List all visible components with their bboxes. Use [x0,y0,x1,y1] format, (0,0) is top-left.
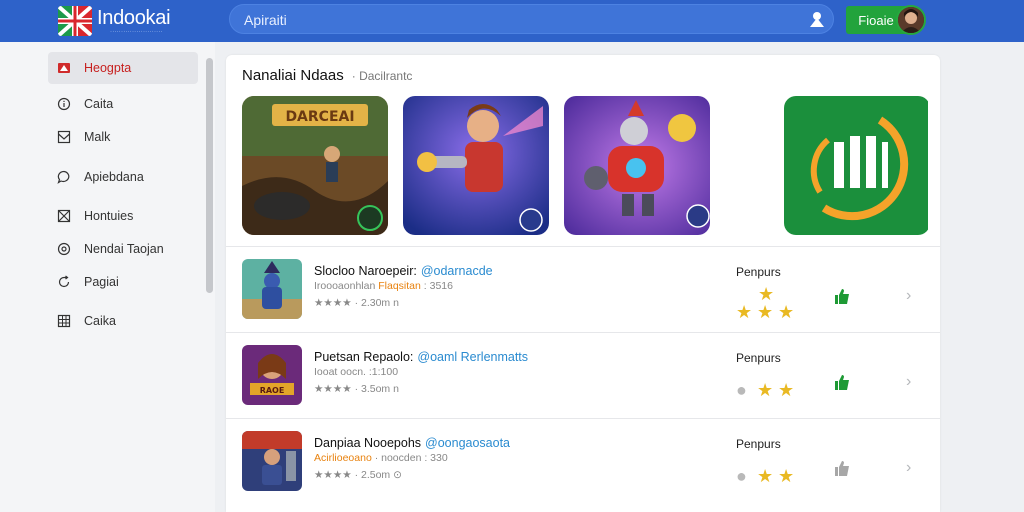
item-title: Puetsan Repaolo: @oaml Rerlenmatts [314,350,529,364]
star-icon: ★ [757,466,774,486]
inbox-icon [56,129,72,145]
list-item[interactable]: Danpiaa Nooepohs @oongaosaota Acirlioeoan… [226,418,940,504]
item-category: Penpurs [736,265,781,279]
sidebar-item-label: Caika [84,314,116,328]
star-icon: ★ [758,284,775,304]
adventure-game-tile[interactable]: DARCEAI [242,96,388,235]
item-rating: ● ★ ★ [736,369,800,409]
refresh-icon [56,274,72,290]
item-category: Penpurs [736,437,781,451]
hero-game-tile[interactable] [403,96,549,235]
star-icon: ★ [757,380,774,400]
star-icon: ★ [736,302,753,322]
star-icon: ★ [778,302,795,322]
brand-logo[interactable] [58,6,92,36]
item-handle[interactable]: @oongaosaota [425,436,510,450]
search-bar[interactable] [229,4,834,34]
list-item[interactable]: RAOE Puetsan Repaolo: @oaml Rerlenmatts I… [226,332,940,418]
game-icon [242,259,302,319]
svg-text:RAOE: RAOE [260,386,285,395]
star-empty-icon: ● [736,380,747,400]
green-logo-tile[interactable] [784,96,930,235]
item-category: Penpurs [736,351,781,365]
sidebar-item-settings[interactable]: Nendai Taojan [48,233,198,265]
expand-icon [56,208,72,224]
item-meta: Iroooaonhlan Flaqsitan : 3516 [314,280,453,292]
thumbs-up-icon[interactable] [833,373,851,391]
item-stats: ★★★★ · 2.5om ⊙ [314,469,402,481]
item-handle[interactable]: @oaml Rerlenmatts [417,350,528,364]
star-empty-icon: ● [736,466,747,486]
settings-icon [56,241,72,257]
thumbs-up-icon[interactable] [833,459,851,477]
sidebar-item-mail[interactable]: Malk [48,121,198,153]
grid-icon [56,313,72,329]
robot-game-tile[interactable] [564,96,710,235]
featured-panel: Nanaliai Ndaas · Dacilrantc DARCEAI Sloc… [226,55,940,512]
sidebar-item-expand[interactable]: Hontuies [48,200,198,232]
chevron-right-icon[interactable]: › [906,287,911,305]
sidebar-item-label: Malk [84,130,111,144]
user-icon[interactable] [808,10,826,28]
sidebar-item-chat[interactable]: Apiebdana [48,161,198,193]
sidebar-item-refresh[interactable]: Pagiai [48,266,198,298]
item-stats: ★★★★ · 3.5om n [314,383,399,395]
star-icon: ★ [757,302,774,322]
item-handle[interactable]: @odarnacde [421,264,493,278]
sidebar-item-info[interactable]: Caita [48,88,198,120]
brand-name: Indookai [97,7,171,29]
chevron-right-icon[interactable]: › [906,459,911,477]
game-icon [242,431,302,491]
item-rating: ● ★ ★ [736,455,800,495]
sidebar-item-label: Apiebdana [84,170,144,184]
svg-text:DARCEAI: DARCEAI [285,109,354,125]
item-rating: ★ ★ ★ ★ [736,283,800,323]
chat-icon [56,169,72,185]
section-subtitle: · Dacilrantc [351,69,413,83]
game-icon: RAOE [242,345,302,405]
list-item[interactable]: Slocloo Naroepeir: @odarnacde Iroooaonhla… [226,246,940,332]
star-icon: ★ [778,466,795,486]
flag-icon [56,60,72,76]
brand-tagline: ························ [110,29,163,35]
chevron-right-icon[interactable]: › [906,373,911,391]
item-meta: Iooat oocn. :1:100 [314,366,399,378]
section-title-text: Nanaliai Ndaas [242,67,344,84]
search-input[interactable] [244,11,784,29]
sidebar-item-label: Nendai Taojan [84,242,164,256]
item-title: Danpiaa Nooepohs @oongaosaota [314,436,511,450]
sidebar-item-label: Caita [84,97,114,111]
star-icon: ★ [778,380,795,400]
sidebar-item-home[interactable]: Heogpta [48,52,198,84]
sidebar-item-label: Pagiai [84,275,119,289]
sidebar-item-label: Heogpta [84,61,132,75]
item-stats: ★★★★ · 2.30m n [314,297,399,309]
info-icon [56,96,72,112]
top-bar: Indookai ························ Fioaie [0,0,1024,42]
item-meta: Acirlioeoano · noocden : 330 [314,452,448,464]
sidebar: Heogpta Caita Malk Apiebdana Hontuies Ne… [0,42,215,512]
avatar[interactable] [896,5,926,35]
section-title: Nanaliai Ndaas · Dacilrantc [242,67,412,84]
item-title: Slocloo Naroepeir: @odarnacde [314,264,493,278]
sidebar-item-grid[interactable]: Caika [48,305,198,337]
sidebar-scrollbar[interactable] [206,58,213,293]
sidebar-item-label: Hontuies [84,209,134,223]
thumbs-up-icon[interactable] [833,287,851,305]
